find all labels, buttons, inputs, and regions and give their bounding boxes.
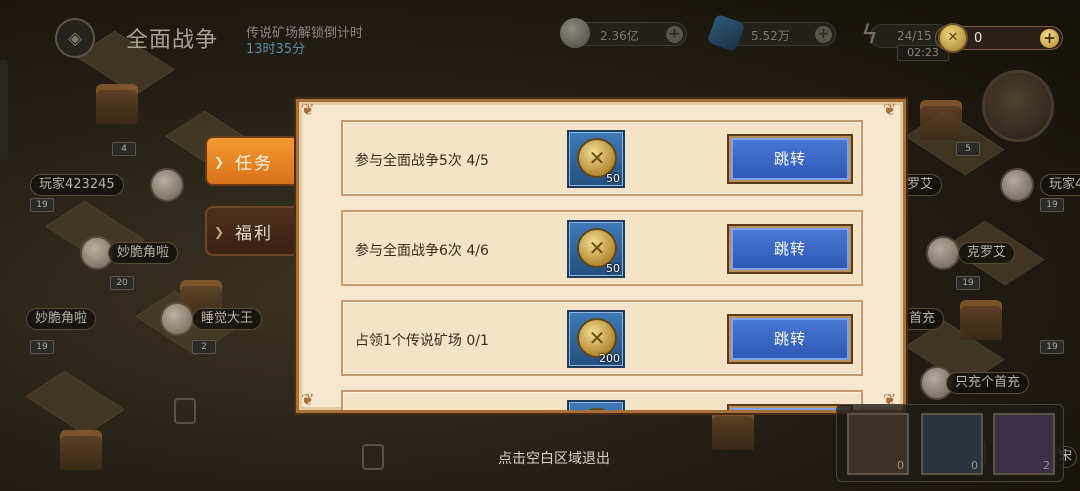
level-badge: 20 [110,276,134,290]
corner-ornament-icon: ❦ [301,390,315,409]
tab-tasks[interactable]: ❯ 任务 [205,136,297,186]
add-gem-button[interactable]: + [815,26,832,43]
player-name-tag[interactable]: 睡觉大王 [192,308,263,330]
goto-button[interactable]: 跳转 [729,226,851,272]
corner-ornament-icon: ❦ [301,100,315,119]
player-name-tag[interactable]: 首充 [900,308,945,330]
chevron-right-icon: ❯ [214,225,227,239]
task-row: ✕ [341,390,863,410]
lock-icon [174,398,196,424]
medal-amount: 0 [974,31,983,46]
back-button[interactable]: ◈ [55,18,95,58]
level-badge: 2 [192,340,216,354]
level-badge: 19 [30,340,54,354]
task-panel: ❦ ❦ ❦ ❦ 参与全面战争5次 4/5 ✕ 50 跳转 参与全面战争6次 4/… [296,99,906,413]
exit-hint[interactable]: 点击空白区域退出 [0,448,1080,468]
player-name-tag[interactable]: 妙脆角啦 [108,242,179,264]
player-avatar [926,236,960,270]
player-name-tag[interactable]: 玩家4 [1040,174,1080,196]
mine-building [960,300,1002,340]
gem-resource: 5.52万 + [706,13,836,53]
medal-icon: ✕ [938,23,968,53]
level-badge: 19 [1040,198,1064,212]
reward-quantity: 200 [599,352,620,365]
silver-amount: 2.36亿 [600,29,639,43]
player-avatar [160,302,194,336]
task-row: 参与全面战争6次 4/6 ✕ 50 跳转 [341,210,863,286]
reward-quantity: 50 [606,262,620,275]
task-row: 参与全面战争5次 4/5 ✕ 50 跳转 [341,120,863,196]
item-slot-bar: 0 0 2 [836,404,1064,482]
level-badge: 19 [956,276,980,290]
player-avatar [1000,168,1034,202]
add-silver-button[interactable]: + [666,26,683,43]
tab-label: 福利 [235,223,273,244]
level-badge: 19 [30,198,54,212]
back-arrow-icon: ◈ [68,27,82,49]
page-title: 全面战争 [126,28,219,53]
tab-label: 任务 [235,153,273,174]
silver-resource: 2.36亿 + [560,18,687,48]
task-description: 参与全面战争6次 4/6 [355,243,489,259]
player-name-tag[interactable]: 只充个首充 [946,372,1030,394]
level-badge: 5 [956,142,980,156]
reward-item[interactable]: ✕ 50 [567,130,625,188]
side-drawer-handle[interactable] [0,60,8,160]
mine-building [96,84,138,124]
mine-unlock-countdown-value: 13时35分 [246,42,306,57]
goto-button[interactable]: 跳转 [729,316,851,362]
corner-ornament-icon: ❦ [883,100,897,119]
reward-item[interactable]: ✕ 50 [567,220,625,278]
player-name-tag[interactable]: 玩家423245 [30,174,124,196]
task-description: 参与全面战争5次 4/5 [355,153,489,169]
task-row: 占领1个传说矿场 0/1 ✕ 200 跳转 [341,300,863,376]
goto-button[interactable] [729,406,851,410]
task-description: 占领1个传说矿场 0/1 [355,333,489,349]
reward-quantity: 50 [606,172,620,185]
medal-resource: ✕ 0 + [935,23,1063,53]
reward-item[interactable]: ✕ 200 [567,310,625,368]
silver-coin-icon [560,18,590,48]
player-name-tag[interactable]: 克罗艾 [958,242,1016,264]
tab-welfare[interactable]: ❯ 福利 [205,206,297,256]
blue-gem-icon [706,13,746,53]
lightning-icon: ϟ [861,20,879,50]
gem-amount: 5.52万 [751,29,790,43]
mine-building [920,100,962,140]
add-medal-button[interactable]: + [1040,29,1059,48]
level-badge: 19 [1040,340,1064,354]
reward-item[interactable]: ✕ [567,400,625,410]
chevron-right-icon: ❯ [214,155,227,169]
goto-button[interactable]: 跳转 [729,136,851,182]
mine-building [712,410,754,450]
top-bar: ◈ 全面战争 传说矿场解锁倒计时 13时35分 2.36亿 + 5.52万 + … [0,0,1080,70]
map-tile [25,370,125,436]
energy-amount: 24/15 [897,29,932,43]
task-list[interactable]: 参与全面战争5次 4/5 ✕ 50 跳转 参与全面战争6次 4/6 ✕ 50 跳… [341,120,865,410]
level-badge: 4 [112,142,136,156]
medal-icon: ✕ [577,408,617,410]
player-avatar [150,168,184,202]
player-name-tag[interactable]: 妙脆角啦 [26,308,97,330]
reward-bag-button[interactable] [982,70,1054,142]
